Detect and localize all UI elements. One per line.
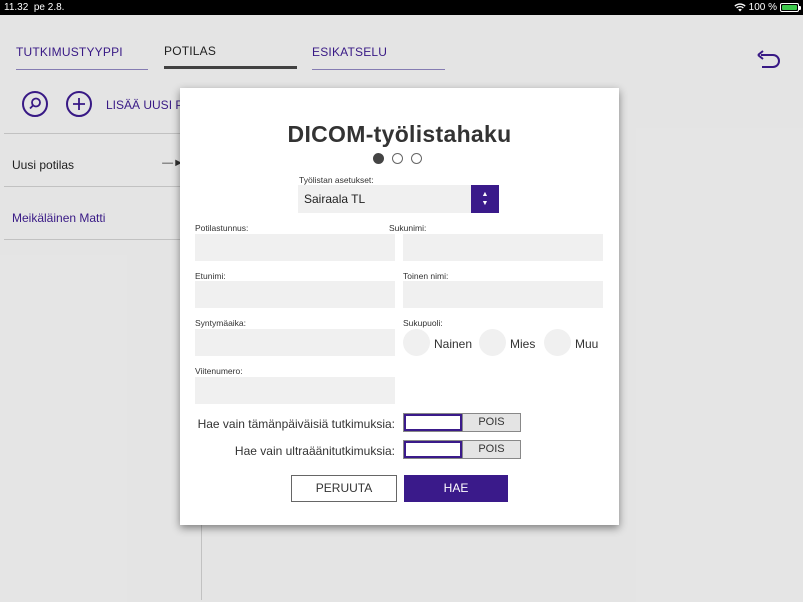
second-name-label: Toinen nimi: (403, 271, 449, 281)
toggle-knob (404, 414, 462, 431)
status-bar: 11.32 pe 2.8. 100 % (0, 0, 803, 15)
ultrasound-only-label: Hae vain ultraäänitutkimuksia: (234, 444, 395, 458)
birthdate-label: Syntymäaika: (195, 318, 247, 328)
today-only-label: Hae vain tämänpäiväisiä tutkimuksia: (197, 417, 395, 431)
battery-percent: 100 % (748, 2, 777, 13)
search-submit-button[interactable]: HAE (404, 475, 508, 502)
today-only-toggle[interactable]: POIS (403, 413, 521, 432)
radio-male-label: Mies (510, 337, 536, 351)
reference-number-field[interactable] (195, 377, 395, 404)
surname-field[interactable] (403, 234, 603, 261)
patient-id-label: Potilastunnus: (195, 223, 249, 233)
sex-label: Sukupuoli: (403, 318, 443, 328)
birthdate-field[interactable] (195, 329, 395, 356)
toggle-state: POIS (462, 414, 520, 431)
page-indicator (373, 153, 422, 164)
radio-other-label: Muu (575, 337, 599, 351)
dialog-title: DICOM-työlistahaku (287, 121, 512, 147)
surname-label: Sukunimi: (389, 223, 427, 233)
reference-label: Viitenumero: (195, 366, 243, 376)
ultrasound-only-toggle[interactable]: POIS (403, 440, 521, 459)
wifi-icon (733, 3, 746, 12)
dicom-worklist-dialog: DICOM-työlistahaku Työlistan asetukset: … (180, 88, 619, 525)
radio-male[interactable] (479, 329, 506, 356)
radio-female-label: Nainen (434, 337, 473, 351)
radio-female[interactable] (403, 329, 430, 356)
worklist-settings-value: Sairaala TL (304, 192, 366, 206)
radio-other[interactable] (544, 329, 571, 356)
cancel-button[interactable]: PERUUTA (291, 475, 397, 502)
worklist-settings-label: Työlistan asetukset: (299, 175, 374, 185)
status-time: 11.32 (4, 2, 29, 13)
first-name-field[interactable] (195, 281, 395, 308)
page-dot (392, 153, 403, 164)
status-time-date: 11.32 pe 2.8. (4, 0, 64, 15)
page-dot-active (373, 153, 384, 164)
worklist-settings-select[interactable]: Sairaala TL ▲ ▼ (298, 185, 499, 213)
page-dot (411, 153, 422, 164)
status-right: 100 % (733, 0, 801, 15)
patient-id-field[interactable] (195, 234, 395, 261)
second-name-field[interactable] (403, 281, 603, 308)
toggle-knob (404, 441, 462, 458)
spinner-arrows-icon[interactable]: ▲ ▼ (471, 185, 499, 213)
first-name-label: Etunimi: (195, 271, 226, 281)
battery-charging-icon (780, 3, 801, 12)
toggle-state: POIS (462, 441, 520, 458)
status-date: pe 2.8. (33, 2, 65, 13)
